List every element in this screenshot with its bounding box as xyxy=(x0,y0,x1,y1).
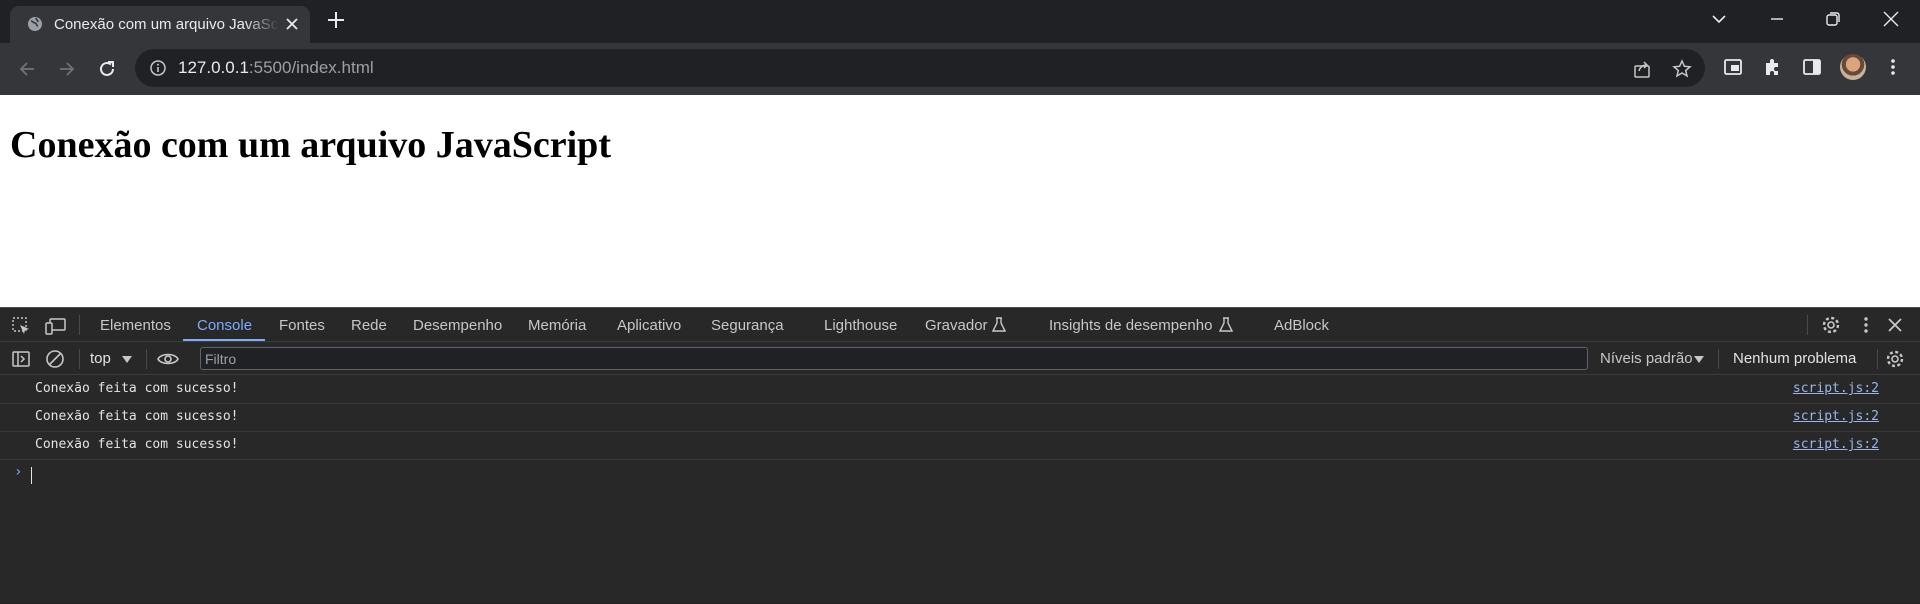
console-message-text: Conexão feita com sucesso! xyxy=(35,381,239,396)
tab-desempenho[interactable]: Desempenho xyxy=(413,317,502,334)
console-message: Conexão feita com sucesso! script.js:2 xyxy=(0,432,1920,460)
divider xyxy=(1718,349,1719,369)
tab-rede[interactable]: Rede xyxy=(351,317,387,334)
show-sidebar-icon[interactable] xyxy=(11,349,31,369)
address-bar[interactable]: 127.0.0.1:5500/index.html xyxy=(135,49,1705,87)
extensions-puzzle-icon[interactable] xyxy=(1763,57,1783,77)
profile-avatar[interactable] xyxy=(1840,54,1866,80)
source-link[interactable]: script.js:2 xyxy=(1793,381,1879,396)
divider xyxy=(1807,315,1808,335)
log-levels-dropdown[interactable]: Níveis padrão xyxy=(1600,350,1693,367)
console-filter-input[interactable] xyxy=(200,347,1588,370)
console-message: Conexão feita com sucesso! script.js:2 xyxy=(0,376,1920,404)
forward-icon[interactable] xyxy=(57,59,77,79)
more-menu-icon[interactable] xyxy=(1883,57,1903,77)
tab-aplicativo[interactable]: Aplicativo xyxy=(617,317,681,334)
live-expression-eye-icon[interactable] xyxy=(157,350,179,368)
console-message-text: Conexão feita com sucesso! xyxy=(35,409,239,424)
tab-console[interactable]: Console xyxy=(197,317,252,334)
url-path: :5500/index.html xyxy=(248,58,374,77)
tab-close-icon[interactable] xyxy=(286,18,298,30)
tab-adblock[interactable]: AdBlock xyxy=(1274,317,1329,334)
source-link[interactable]: script.js:2 xyxy=(1793,409,1879,424)
url-text[interactable]: 127.0.0.1:5500/index.html xyxy=(178,58,374,78)
page-heading: Conexão com um arquivo JavaScript xyxy=(10,124,611,166)
divider xyxy=(79,349,80,369)
browser-tab[interactable]: Conexão com um arquivo JavaScript xyxy=(10,6,310,43)
tab-seguranca[interactable]: Segurança xyxy=(711,317,784,334)
close-devtools-icon[interactable] xyxy=(1886,316,1904,334)
tab-lighthouse[interactable]: Lighthouse xyxy=(824,317,897,334)
share-icon[interactable] xyxy=(1632,59,1652,79)
inspect-element-icon[interactable] xyxy=(11,316,31,336)
picture-in-picture-icon[interactable] xyxy=(1723,57,1743,77)
experiment-flask-icon xyxy=(992,317,1006,333)
globe-icon xyxy=(27,16,43,32)
divider xyxy=(146,349,147,369)
side-panel-icon[interactable] xyxy=(1802,57,1822,77)
restore-icon[interactable] xyxy=(1824,10,1842,28)
url-host: 127.0.0.1 xyxy=(178,58,249,77)
back-icon[interactable] xyxy=(17,59,37,79)
minimize-icon[interactable] xyxy=(1768,10,1786,28)
issues-counter[interactable]: Nenhum problema xyxy=(1733,350,1856,367)
site-info-icon[interactable] xyxy=(150,60,166,76)
devtools-tab-bar: Elementos Console Fontes Rede Desempenho… xyxy=(0,308,1920,342)
console-prompt-chevron-icon: › xyxy=(14,464,23,480)
browser-toolbar: 127.0.0.1:5500/index.html xyxy=(0,43,1920,95)
console-input-caret[interactable] xyxy=(31,467,32,484)
tab-gravador[interactable]: Gravador xyxy=(925,317,988,334)
tab-fontes[interactable]: Fontes xyxy=(279,317,325,334)
clear-console-icon[interactable] xyxy=(45,349,65,369)
source-link[interactable]: script.js:2 xyxy=(1793,437,1879,452)
console-output: Conexão feita com sucesso! script.js:2 C… xyxy=(0,376,1920,604)
console-message-text: Conexão feita com sucesso! xyxy=(35,437,239,452)
context-selector[interactable]: top xyxy=(90,350,111,367)
tab-elementos[interactable]: Elementos xyxy=(100,317,171,334)
reload-icon[interactable] xyxy=(97,59,117,79)
tab-insights-de-desempenho[interactable]: Insights de desempenho xyxy=(1049,317,1212,334)
tab-memoria[interactable]: Memória xyxy=(528,317,586,334)
tab-insights-label: Insights de desempenho xyxy=(1049,317,1213,334)
context-caret-icon[interactable] xyxy=(122,356,132,363)
levels-caret-icon[interactable] xyxy=(1694,356,1704,363)
bookmark-star-icon[interactable] xyxy=(1672,59,1692,79)
active-tab-indicator xyxy=(183,339,265,341)
chevron-down-icon[interactable] xyxy=(1710,10,1728,28)
tab-title: Conexão com um arquivo JavaScript xyxy=(54,16,279,33)
tab-strip: Conexão com um arquivo JavaScript xyxy=(0,0,1920,43)
device-toolbar-icon[interactable] xyxy=(45,316,67,336)
close-window-icon[interactable] xyxy=(1882,10,1900,28)
divider xyxy=(79,315,80,335)
new-tab-plus-icon[interactable] xyxy=(327,11,345,29)
console-message: Conexão feita com sucesso! script.js:2 xyxy=(0,404,1920,432)
settings-gear-icon[interactable] xyxy=(1821,315,1841,335)
devtools-panel: Elementos Console Fontes Rede Desempenho… xyxy=(0,307,1920,603)
console-settings-gear-icon[interactable] xyxy=(1885,349,1905,369)
tab-gravador-label: Gravador xyxy=(925,317,988,334)
customize-more-icon[interactable] xyxy=(1856,315,1876,335)
page-viewport: Conexão com um arquivo JavaScript xyxy=(0,95,1920,307)
divider xyxy=(1877,349,1878,369)
experiment-flask-icon xyxy=(1219,317,1233,333)
console-filter-bar: top Níveis padrão Nenhum problema xyxy=(0,342,1920,375)
